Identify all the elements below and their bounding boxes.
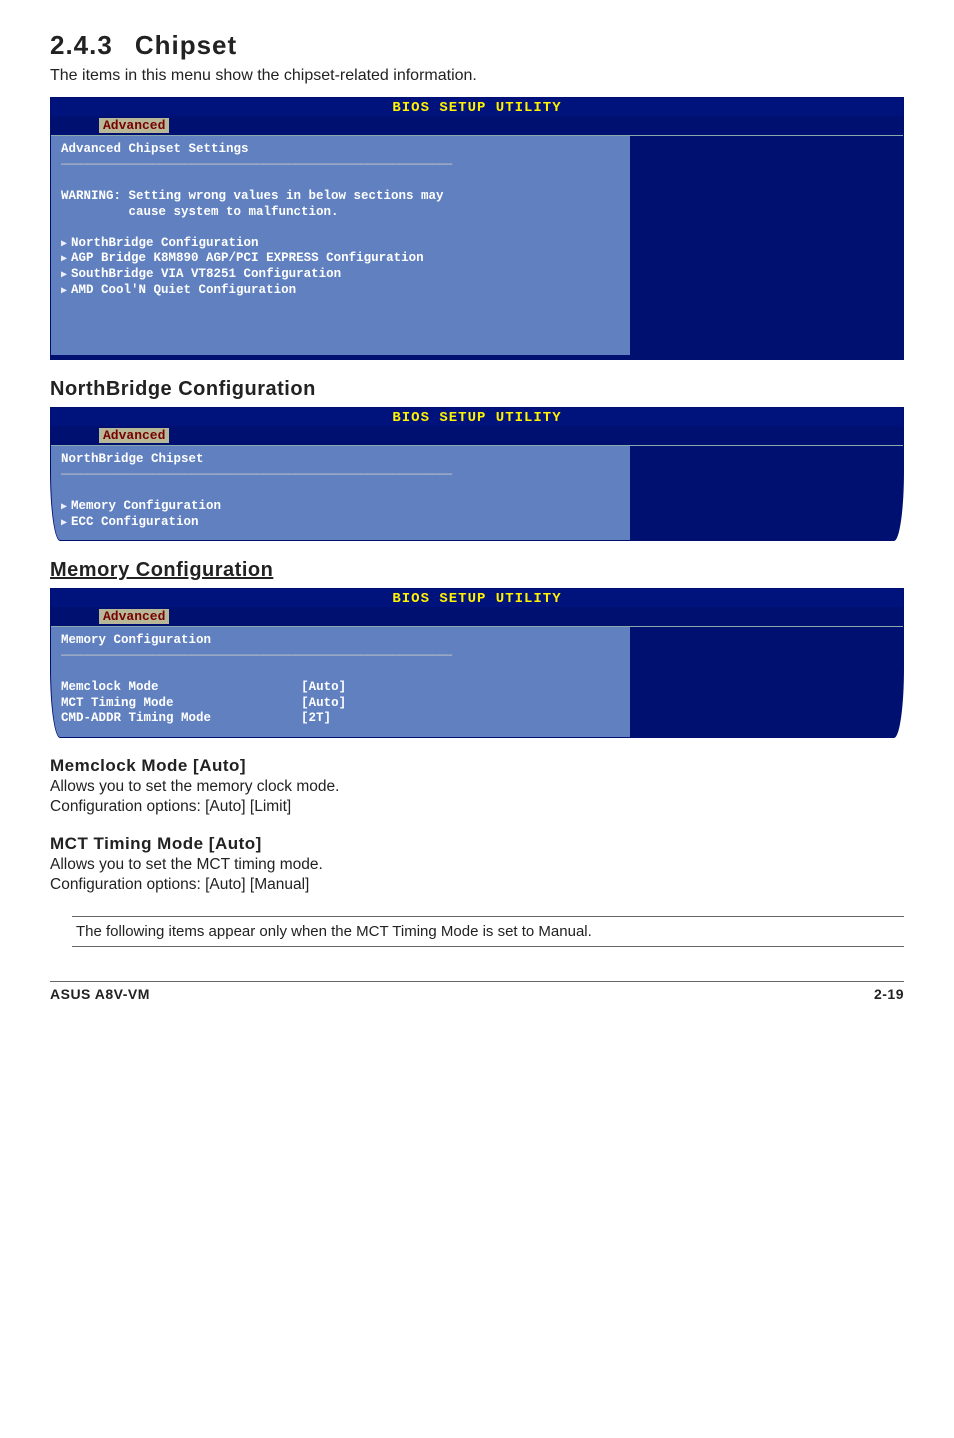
setting-row-memclock[interactable]: Memclock Mode [Auto] — [61, 680, 346, 694]
tab-advanced[interactable]: Advanced — [99, 609, 169, 624]
divider: ────────────────────────────────────────… — [61, 468, 620, 484]
bios-header: BIOS SETUP UTILITY — [51, 589, 903, 607]
bios-right-pane — [630, 626, 903, 737]
menu-item-southbridge[interactable]: SouthBridge VIA VT8251 Configuration — [61, 267, 341, 281]
bios-tab-bar: Advanced — [51, 607, 903, 626]
menu-item-northbridge[interactable]: NorthBridge Configuration — [61, 236, 259, 250]
bios-panel-memory: BIOS SETUP UTILITY Advanced Memory Confi… — [50, 588, 904, 738]
warning-line: cause system to malfunction. — [61, 205, 339, 219]
menu-item-agp-bridge[interactable]: AGP Bridge K8M890 AGP/PCI EXPRESS Config… — [61, 251, 424, 265]
note-block: The following items appear only when the… — [50, 916, 904, 947]
tab-advanced[interactable]: Advanced — [99, 428, 169, 443]
panel-title: NorthBridge Chipset — [61, 452, 204, 466]
bios-tab-bar: Advanced — [51, 426, 903, 445]
bios-left-pane: Memory Configuration ───────────────────… — [51, 626, 630, 737]
setting-row-cmd-addr[interactable]: CMD-ADDR Timing Mode [2T] — [61, 711, 331, 725]
memclock-mode-desc1: Allows you to set the memory clock mode. — [50, 778, 904, 796]
bios-header: BIOS SETUP UTILITY — [51, 98, 903, 116]
bios-left-pane: NorthBridge Chipset ────────────────────… — [51, 445, 630, 540]
panel-title: Advanced Chipset Settings — [61, 142, 249, 156]
bios-right-pane — [630, 135, 903, 355]
menu-item-amd-cool-n-quiet[interactable]: AMD Cool'N Quiet Configuration — [61, 283, 296, 297]
bios-tab-bar: Advanced — [51, 116, 903, 135]
setting-row-mct-timing[interactable]: MCT Timing Mode [Auto] — [61, 696, 346, 710]
footer-right: 2-19 — [874, 986, 904, 1002]
bios-right-pane — [630, 445, 903, 540]
menu-item-ecc-configuration[interactable]: ECC Configuration — [61, 515, 199, 529]
note-text: The following items appear only when the… — [72, 916, 904, 947]
mct-mode-desc1: Allows you to set the MCT timing mode. — [50, 856, 904, 874]
section-number: 2.4.3 — [50, 30, 113, 60]
tab-advanced[interactable]: Advanced — [99, 118, 169, 133]
footer-left: ASUS A8V-VM — [50, 986, 150, 1002]
section-heading: 2.4.3 Chipset — [50, 30, 904, 61]
warning-line: WARNING: Setting wrong values in below s… — [61, 189, 444, 203]
memory-config-heading: Memory Configuration — [50, 559, 904, 582]
panel-title: Memory Configuration — [61, 633, 211, 647]
northbridge-heading: NorthBridge Configuration — [50, 378, 904, 401]
section-intro: The items in this menu show the chipset-… — [50, 67, 904, 85]
bios-panel-northbridge: BIOS SETUP UTILITY Advanced NorthBridge … — [50, 407, 904, 541]
bios-panel-chipset: BIOS SETUP UTILITY Advanced Advanced Chi… — [50, 97, 904, 360]
divider: ────────────────────────────────────────… — [61, 649, 620, 665]
mct-mode-heading: MCT Timing Mode [Auto] — [50, 834, 904, 854]
menu-item-memory-configuration[interactable]: Memory Configuration — [61, 499, 221, 513]
section-title: Chipset — [135, 30, 237, 60]
divider: ────────────────────────────────────────… — [61, 158, 620, 174]
mct-mode-desc2: Configuration options: [Auto] [Manual] — [50, 876, 904, 894]
bios-header: BIOS SETUP UTILITY — [51, 408, 903, 426]
memclock-mode-heading: Memclock Mode [Auto] — [50, 756, 904, 776]
page-footer: ASUS A8V-VM 2-19 — [50, 981, 904, 1002]
memclock-mode-desc2: Configuration options: [Auto] [Limit] — [50, 798, 904, 816]
bios-left-pane: Advanced Chipset Settings ──────────────… — [51, 135, 630, 355]
